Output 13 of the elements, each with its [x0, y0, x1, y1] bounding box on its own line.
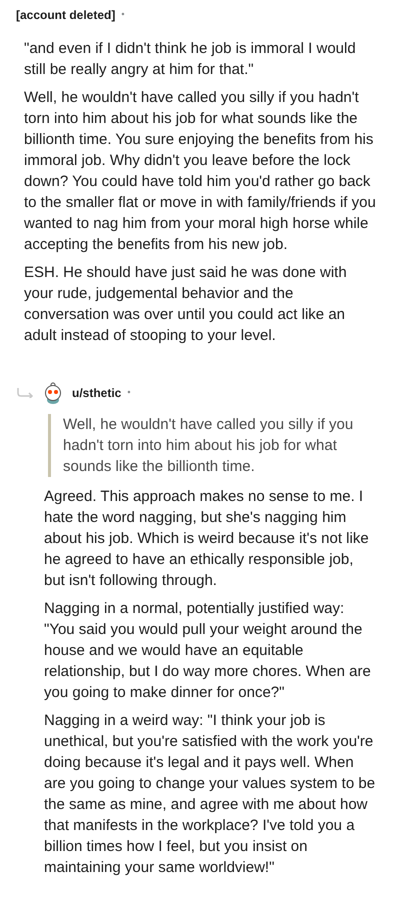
comment-paragraph: Nagging in a normal, potentially justified way: "You said you would pull your weight around the house and we would have an equitable relationship, but I do way more chores. When are you going to make dinner for once?": [44, 599, 372, 703]
comment-paragraph: Agreed. This approach makes no sense to me. I hate the word nagging, but she's nagging him about his job. Which is weird because it's not like he agreed to have an ethically responsible job, but isn't following through.: [44, 487, 370, 591]
quoted-text: Well, he wouldn't have called you silly if you hadn't torn into him about his job for what sounds like the billionth time.: [48, 414, 378, 477]
separator-dot: •: [121, 8, 125, 22]
avatar-icon: [42, 381, 64, 405]
comment-paragraph: "and even if I didn't think he job is immoral I would still be really angry at him for that.": [24, 39, 357, 80]
reply-arrow-icon: [17, 388, 34, 398]
author-name[interactable]: u/sthetic: [72, 384, 122, 402]
comment-paragraph: Well, he wouldn't have called you silly if you hadn't torn into him about his job for what sounds like the billionth time. You sure enjoying the benefits from his immoral job. Why didn't you leave before the lock down? You could have told him you'd rather go back to the smaller flat or move in with family/friends if you wanted to nag him from your moral high horse while accepting the benefits from his new job.: [24, 88, 377, 255]
author-name[interactable]: [account deleted]: [16, 6, 116, 24]
separator-dot: •: [127, 386, 130, 400]
comment-paragraph: ESH. He should have just said he was done with your rude, judgemental behavior and the conversation was over until you could act like an adult instead of stooping to your level.: [24, 263, 348, 346]
comment-paragraph: Nagging in a weird way: "I think your job is unethical, but you're satisfied with the work you're doing because it's legal and it pays well. When are you going to change your values system to be the same as mine, and agree with me about how that manifests in the workplace? I've told you a billion times how I feel, but you insist on maintaining your same worldview!": [44, 711, 376, 878]
